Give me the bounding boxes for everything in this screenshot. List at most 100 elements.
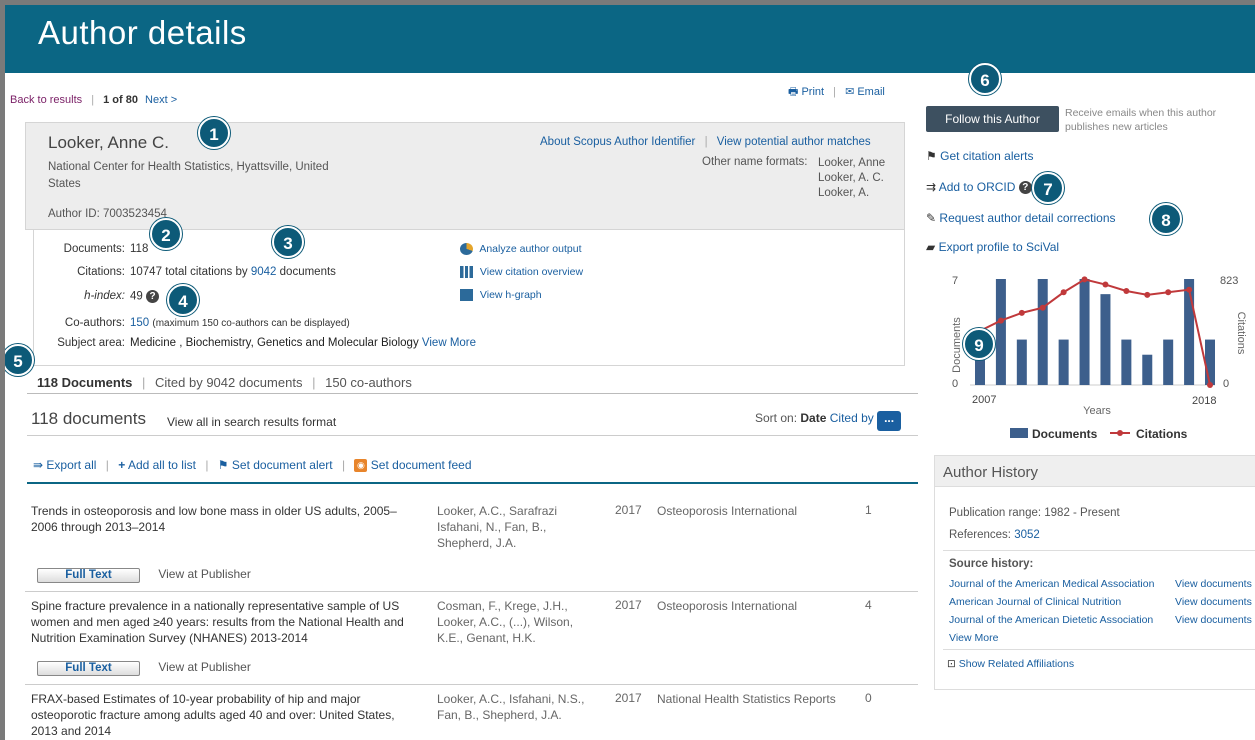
y-right-axis-label: Citations	[1235, 312, 1247, 355]
citing-documents-link[interactable]: 9042	[251, 266, 277, 278]
callout-badge: 5	[5, 344, 34, 376]
analyze-output-wrap: Analyze author output	[460, 243, 582, 256]
sort-cited-by[interactable]: Cited by	[830, 411, 874, 425]
comment-icon: ⊡	[947, 658, 956, 670]
view-documents-link[interactable]: View documents	[1175, 611, 1252, 629]
add-all-to-list-link[interactable]: Add all to list	[128, 458, 196, 472]
citations-point	[1060, 289, 1067, 296]
coauthors-link[interactable]: 150	[130, 317, 149, 329]
citations-point	[997, 317, 1004, 324]
rss-icon: ◉	[354, 459, 368, 473]
export-icon: ⇛	[33, 458, 44, 472]
source-link[interactable]: American Journal of Clinical Nutrition	[949, 596, 1121, 608]
document-source: Osteoporosis International	[657, 599, 798, 613]
author-profile-box: Looker, Anne C. National Center for Heal…	[25, 122, 905, 230]
export-all-link[interactable]: Export all	[46, 458, 96, 472]
y-left-min-label: 0	[952, 378, 958, 390]
sort-label: Sort on:	[755, 411, 798, 425]
help-icon[interactable]: ?	[1018, 181, 1032, 195]
follow-author-button[interactable]: Follow this Author	[926, 106, 1059, 132]
citation-overview-link[interactable]: View citation overview	[480, 266, 583, 278]
source-link[interactable]: Journal of the American Medical Associat…	[949, 578, 1154, 590]
list-divider	[27, 435, 918, 436]
view-all-link[interactable]: View all in search results format	[167, 415, 336, 429]
citations-point	[1186, 286, 1193, 293]
legend-documents: Documents	[1032, 427, 1098, 441]
hgraph-link[interactable]: View h-graph	[480, 289, 542, 301]
help-icon[interactable]: ?	[146, 290, 159, 303]
affiliation-line: States	[48, 178, 81, 190]
bar-chart-icon	[460, 266, 473, 279]
sort-more-button[interactable]: ...	[877, 411, 902, 431]
documents-bar	[1079, 279, 1090, 385]
table-row: FRAX-based Estimates of 10-year probabil…	[25, 684, 918, 740]
set-document-alert-link[interactable]: Set document alert	[232, 458, 333, 472]
x-start-label: 2007	[972, 394, 996, 406]
references-link[interactable]: 3052	[1014, 529, 1040, 541]
row-actions: Full Text View at Publisher	[37, 567, 251, 583]
scival-wrap: ▰ Export profile to SciVal	[926, 240, 1059, 254]
citations-point	[1207, 382, 1213, 388]
orcid-icon: ⇉	[926, 180, 937, 194]
documents-bar	[1121, 339, 1132, 385]
potential-matches-link[interactable]: View potential author matches	[717, 136, 871, 148]
document-title-link[interactable]: Spine fracture prevalence in a nationall…	[31, 598, 421, 646]
history-view-more-link[interactable]: View More	[949, 632, 998, 644]
page-header: Author details	[5, 5, 1255, 73]
citations-count: 10747	[130, 266, 162, 278]
view-documents-link[interactable]: View documents	[1175, 593, 1252, 611]
document-actions: ⇛ Export all | + Add all to list | ⚑ Set…	[33, 458, 472, 473]
page-title: Author details	[38, 14, 247, 51]
set-document-feed-link[interactable]: Set document feed	[371, 458, 472, 472]
legend-citations: Citations	[1136, 427, 1188, 441]
author-id: Author ID: 7003523454	[48, 208, 167, 220]
source-history-list: Journal of the American Medical Associat…	[949, 575, 1255, 647]
source-link[interactable]: Journal of the American Dietetic Associa…	[949, 614, 1153, 626]
callout-badge: 1	[198, 117, 230, 149]
citation-alerts-wrap: ⚑ Get citation alerts	[926, 149, 1033, 163]
print-link[interactable]: Print	[801, 86, 824, 98]
about-author-identifier-link[interactable]: About Scopus Author Identifier	[540, 136, 695, 148]
follow-note: Receive emails when this author publishe…	[1065, 107, 1217, 133]
citations-point	[1165, 289, 1172, 296]
full-text-button[interactable]: Full Text	[37, 661, 140, 676]
plus-icon: +	[118, 458, 126, 472]
document-title-link[interactable]: Trends in osteoporosis and low bone mass…	[31, 503, 421, 535]
related-affiliations-link[interactable]: Show Related Affiliations	[959, 658, 1074, 670]
callout-badge: 4	[167, 284, 199, 316]
list-item: Journal of the American Dietetic Associa…	[949, 611, 1255, 629]
citations-point	[1123, 287, 1130, 294]
analyze-output-link[interactable]: Analyze author output	[479, 243, 581, 255]
citation-alerts-link[interactable]: Get citation alerts	[940, 149, 1033, 163]
document-authors: Looker, A.C., Sarafrazi Isfahani, N., Fa…	[437, 504, 558, 550]
view-at-publisher-link[interactable]: View at Publisher	[158, 567, 251, 581]
callout-badge: 6	[969, 63, 1001, 95]
documents-bar	[1058, 339, 1069, 385]
back-to-results-link[interactable]: Back to results	[10, 94, 82, 106]
tab-documents[interactable]: 118 Documents	[37, 375, 132, 390]
request-corrections-link[interactable]: Request author detail corrections	[939, 211, 1115, 225]
view-at-publisher-link[interactable]: View at Publisher	[158, 660, 251, 674]
author-name: Looker, Anne C.	[48, 133, 169, 152]
email-link[interactable]: Email	[857, 86, 885, 98]
full-text-button[interactable]: Full Text	[37, 568, 140, 583]
sort-date[interactable]: Date	[800, 411, 826, 425]
subject-view-more-link[interactable]: View More	[422, 337, 476, 349]
list-item: American Journal of Clinical Nutrition Vi…	[949, 593, 1255, 611]
tab-coauthors[interactable]: 150 co-authors	[325, 375, 412, 390]
document-cited-count: 4	[865, 598, 872, 612]
result-position: 1 of 80	[103, 94, 138, 106]
orcid-wrap: ⇉ Add to ORCID ?	[926, 180, 1032, 195]
references-wrap: References: 3052	[949, 529, 1040, 541]
next-link[interactable]: Next >	[145, 94, 177, 106]
citations-point	[1102, 281, 1109, 288]
document-title-link[interactable]: FRAX-based Estimates of 10-year probabil…	[31, 691, 421, 739]
add-to-orcid-link[interactable]: Add to ORCID	[939, 180, 1016, 194]
share-tools: 🖶 Print | ✉ Email	[788, 86, 885, 98]
view-documents-link[interactable]: View documents	[1175, 575, 1252, 593]
tab-cited-by[interactable]: Cited by 9042 documents	[155, 375, 302, 390]
related-affiliations-wrap: ⊡ Show Related Affiliations	[947, 658, 1074, 670]
citations-point	[1018, 309, 1025, 316]
export-scival-link[interactable]: Export profile to SciVal	[939, 240, 1060, 254]
history-divider	[943, 550, 1255, 551]
